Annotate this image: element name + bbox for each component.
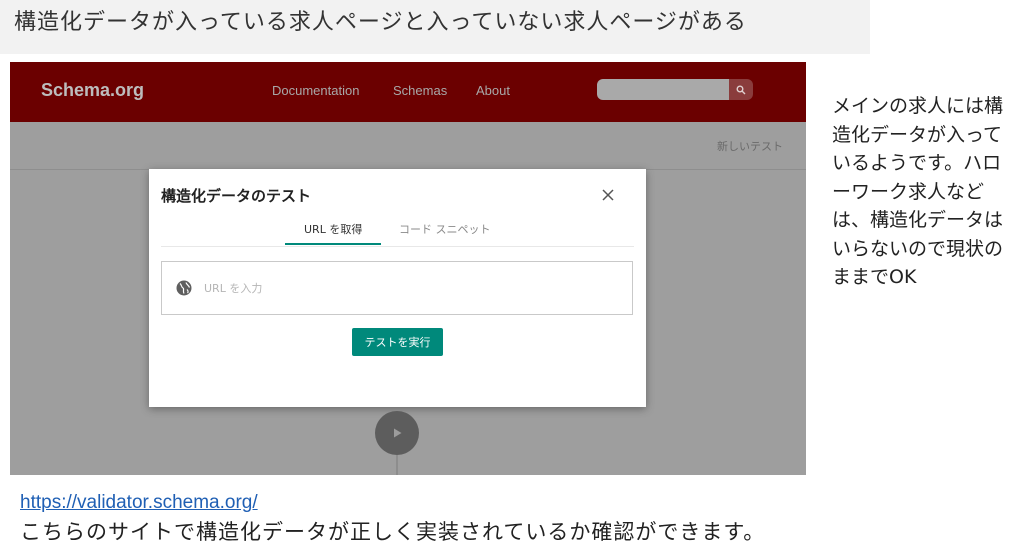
search-icon xyxy=(736,85,746,94)
site-header: Schema.org Documentation Schemas About xyxy=(10,62,806,122)
play-icon xyxy=(394,428,402,438)
site-logo[interactable]: Schema.org xyxy=(41,80,144,101)
play-button[interactable] xyxy=(375,411,419,455)
active-tab-indicator xyxy=(285,243,381,245)
nav-documentation[interactable]: Documentation xyxy=(272,83,359,98)
url-input[interactable] xyxy=(204,274,604,302)
timeline-line xyxy=(396,455,398,475)
search-button[interactable] xyxy=(729,79,753,100)
slide-title-band: 構造化データが入っている求人ページと入っていない求人ページがある xyxy=(0,0,870,54)
tab-fetch-url[interactable]: URL を取得 xyxy=(304,221,362,237)
screenshot-frame: Schema.org Documentation Schemas About 新… xyxy=(10,62,806,475)
nav-about[interactable]: About xyxy=(476,83,510,98)
close-button[interactable] xyxy=(598,185,618,205)
validator-link[interactable]: https://validator.schema.org/ xyxy=(20,492,258,514)
dialog-title: 構造化データのテスト xyxy=(161,187,312,205)
nav-schemas[interactable]: Schemas xyxy=(393,83,447,98)
close-icon xyxy=(602,189,614,201)
globe-icon xyxy=(176,280,192,296)
tab-divider xyxy=(161,246,634,247)
slide-title: 構造化データが入っている求人ページと入っていない求人ページがある xyxy=(14,10,747,35)
tab-code-snippet[interactable]: コード スニペット xyxy=(399,221,491,237)
search-input[interactable] xyxy=(597,79,730,100)
url-field-container xyxy=(161,261,633,315)
caption: こちらのサイトで構造化データが正しく実装されているか確認ができます。 xyxy=(20,520,766,544)
test-dialog: 構造化データのテスト URL を取得 コード スニペット テストを実行 xyxy=(149,169,646,407)
run-test-button[interactable]: テストを実行 xyxy=(352,328,443,356)
new-test-link[interactable]: 新しいテスト xyxy=(717,138,783,154)
side-note: メインの求人には構造化データが入っているようです。ハローワーク求人などは、構造化… xyxy=(832,95,1004,288)
